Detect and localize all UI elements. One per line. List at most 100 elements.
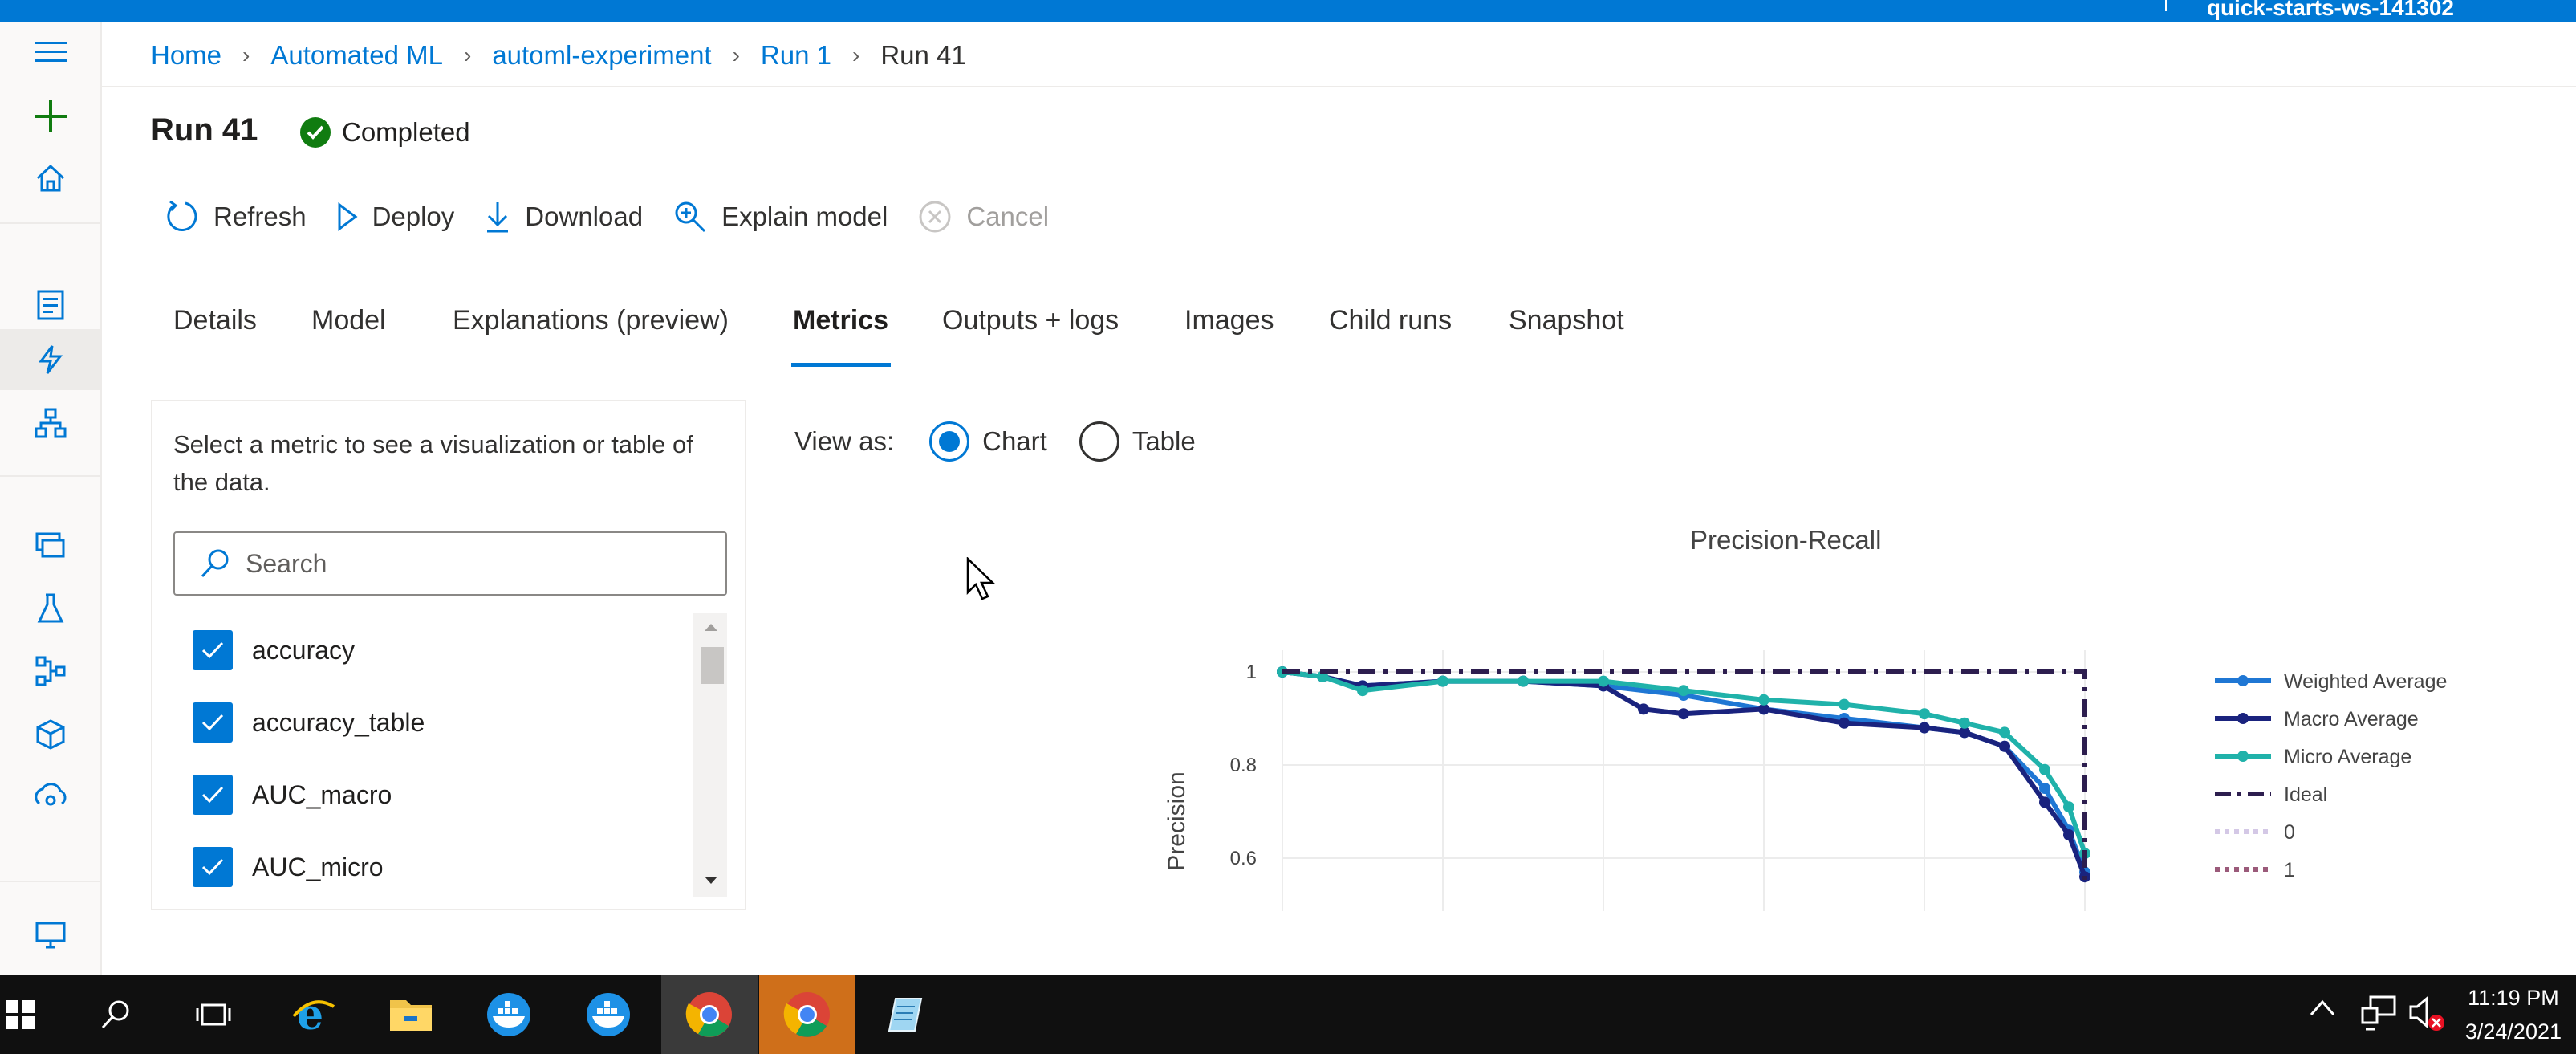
left-nav — [0, 22, 102, 975]
cancel-label: Cancel — [966, 201, 1050, 231]
endpoints-icon[interactable] — [0, 767, 100, 828]
experiments-icon[interactable] — [0, 578, 100, 639]
breadcrumb-parent-run[interactable]: Run 1 — [761, 40, 831, 71]
mouse-cursor-icon — [966, 557, 995, 600]
datasets-icon[interactable] — [0, 515, 100, 576]
system-clock[interactable]: 11:19 PM 3/24/2021 — [2465, 981, 2562, 1048]
volume-muted-icon[interactable] — [2407, 994, 2448, 1038]
status-badge: Completed — [300, 117, 470, 148]
scroll-up-icon[interactable] — [703, 621, 719, 633]
pipelines-icon[interactable] — [0, 641, 100, 702]
series-line — [1282, 669, 2087, 878]
checkbox[interactable] — [193, 775, 233, 815]
data-point — [2063, 829, 2074, 840]
tab-details[interactable]: Details — [173, 305, 257, 336]
metric-name: AUC_macro — [252, 779, 392, 809]
refresh-icon — [167, 200, 197, 231]
search-icon — [201, 549, 229, 578]
explain-model-label: Explain model — [721, 201, 888, 231]
clock-date: 3/24/2021 — [2464, 1019, 2562, 1044]
explain-model-button[interactable]: Explain model — [673, 200, 888, 234]
chart-radio[interactable] — [929, 421, 970, 462]
workspace-separator — [2165, 0, 2167, 11]
list-item[interactable]: AUC_micro — [193, 846, 384, 888]
chrome-icon[interactable] — [759, 975, 855, 1054]
network-icon[interactable] — [2359, 994, 2398, 1035]
header-divider — [102, 86, 2576, 87]
data-point — [1919, 722, 1930, 734]
chrome-icon[interactable] — [661, 975, 758, 1054]
series-line — [1282, 669, 2087, 873]
download-button[interactable]: Download — [485, 201, 643, 233]
tab-model[interactable]: Model — [311, 305, 386, 336]
metric-name: accuracy_table — [252, 707, 425, 737]
data-point — [1839, 698, 1850, 710]
data-point — [1678, 685, 1689, 697]
table-radio-label[interactable]: Table — [1132, 426, 1196, 457]
legend-label: 0 — [2284, 821, 2295, 844]
list-item[interactable]: accuracy_table — [193, 702, 425, 743]
docker-icon[interactable] — [461, 975, 557, 1054]
data-point — [1678, 708, 1689, 720]
data-point — [1357, 685, 1368, 697]
search-input[interactable]: Search — [173, 531, 727, 596]
scroll-thumb[interactable] — [701, 647, 724, 684]
zoom-search-icon — [675, 201, 706, 233]
list-item[interactable]: accuracy — [193, 629, 355, 671]
refresh-label: Refresh — [213, 201, 307, 231]
list-item[interactable]: AUC_macro — [193, 774, 392, 816]
task-view-icon[interactable] — [165, 975, 262, 1054]
tab-explanations[interactable]: Explanations (preview) — [453, 305, 729, 336]
page-title: Run 41 — [151, 112, 258, 148]
data-point — [1437, 675, 1448, 687]
tab-snapshot[interactable]: Snapshot — [1509, 305, 1624, 336]
tab-outputs-logs[interactable]: Outputs + logs — [942, 305, 1119, 336]
file-explorer-icon[interactable] — [363, 975, 459, 1054]
legend-label: Micro Average — [2284, 746, 2411, 768]
cancel-button[interactable]: Cancel — [918, 200, 1049, 234]
notebook-icon[interactable] — [0, 275, 100, 336]
data-point — [1638, 703, 1649, 715]
hamburger-menu-icon[interactable] — [0, 22, 100, 83]
docker-icon[interactable] — [560, 975, 656, 1054]
legend-marker — [2237, 751, 2249, 762]
chevron-up-icon[interactable] — [2308, 995, 2337, 1023]
breadcrumb-home[interactable]: Home — [151, 40, 221, 71]
breadcrumb-experiment[interactable]: automl-experiment — [492, 40, 711, 71]
models-icon[interactable] — [0, 704, 100, 765]
plus-icon[interactable] — [0, 86, 100, 147]
scroll-down-icon[interactable] — [703, 875, 719, 886]
tab-child-runs[interactable]: Child runs — [1329, 305, 1452, 336]
y-tick-label: 1 — [1246, 661, 1257, 683]
refresh-button[interactable]: Refresh — [164, 199, 307, 234]
chevron-right-icon: › — [463, 43, 472, 67]
tab-images[interactable]: Images — [1184, 305, 1274, 336]
deploy-button[interactable]: Deploy — [337, 201, 455, 232]
checkbox[interactable] — [193, 702, 233, 743]
download-label: Download — [525, 201, 644, 231]
internet-explorer-icon[interactable]: e — [265, 975, 361, 1054]
notepad-icon[interactable] — [857, 975, 953, 1054]
data-point — [1959, 717, 1970, 729]
windows-start-icon[interactable] — [0, 975, 40, 1054]
list-scrollbar[interactable] — [693, 613, 727, 897]
metric-name: AUC_micro — [252, 852, 384, 881]
deploy-label: Deploy — [372, 201, 455, 231]
metric-name: accuracy — [252, 635, 356, 665]
automated-ml-icon[interactable] — [0, 329, 100, 390]
breadcrumb-automated-ml[interactable]: Automated ML — [270, 40, 443, 71]
chart-svg: 1 0.8 0.6 Precision Weighted Average Macro Av… — [1164, 650, 2447, 911]
active-tab-indicator — [791, 363, 891, 367]
search-icon[interactable] — [67, 975, 164, 1054]
home-icon[interactable] — [0, 148, 100, 209]
legend-label: 1 — [2284, 859, 2295, 881]
table-radio[interactable] — [1079, 421, 1119, 462]
data-point — [1758, 694, 1769, 706]
compute-icon[interactable] — [0, 905, 100, 966]
checkbox[interactable] — [193, 630, 233, 670]
tab-metrics[interactable]: Metrics — [793, 305, 888, 336]
designer-icon[interactable] — [0, 393, 100, 454]
workspace-name[interactable]: quick-starts-ws-141302 — [2207, 0, 2454, 21]
chart-radio-label[interactable]: Chart — [982, 426, 1047, 457]
checkbox[interactable] — [193, 847, 233, 887]
